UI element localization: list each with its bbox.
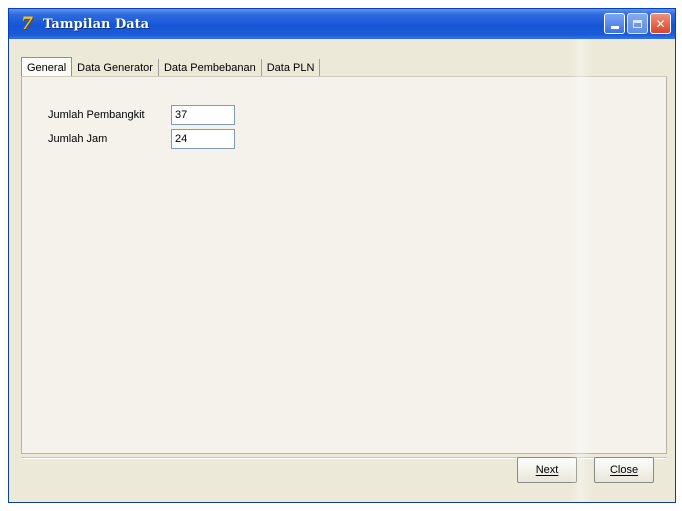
main-window: 7 Tampilan Data ✕ General Data Generator… — [8, 8, 676, 503]
tab-data-pln[interactable]: Data PLN — [262, 59, 321, 77]
tab-data-pembebanan[interactable]: Data Pembebanan — [159, 59, 262, 77]
jumlah-pembangkit-label: Jumlah Pembangkit — [48, 109, 145, 121]
tab-general[interactable]: General — [21, 57, 73, 77]
jumlah-pembangkit-row: Jumlah Pembangkit — [48, 105, 235, 125]
jumlah-jam-label: Jumlah Jam — [48, 133, 108, 145]
close-button[interactable]: Close — [594, 457, 654, 483]
window-title: Tampilan Data — [43, 16, 150, 32]
close-window-button[interactable]: ✕ — [650, 13, 671, 34]
general-tab-panel: Jumlah Pembangkit Jumlah Jam — [21, 76, 667, 454]
jumlah-jam-input[interactable] — [171, 129, 235, 149]
tab-strip: General Data Generator Data Pembebanan D… — [21, 55, 321, 77]
app-logo-icon: 7 — [21, 14, 33, 34]
next-button[interactable]: Next — [517, 457, 577, 483]
maximize-icon — [633, 19, 642, 28]
tab-data-generator[interactable]: Data Generator — [72, 59, 159, 77]
caption-buttons: ✕ — [604, 13, 671, 34]
jumlah-pembangkit-input[interactable] — [171, 105, 235, 125]
jumlah-jam-row: Jumlah Jam — [48, 129, 235, 149]
minimize-button[interactable] — [604, 13, 625, 34]
close-icon: ✕ — [655, 16, 666, 31]
minimize-icon — [610, 26, 619, 29]
title-bar[interactable]: 7 Tampilan Data ✕ — [9, 9, 675, 39]
maximize-button[interactable] — [627, 13, 648, 34]
